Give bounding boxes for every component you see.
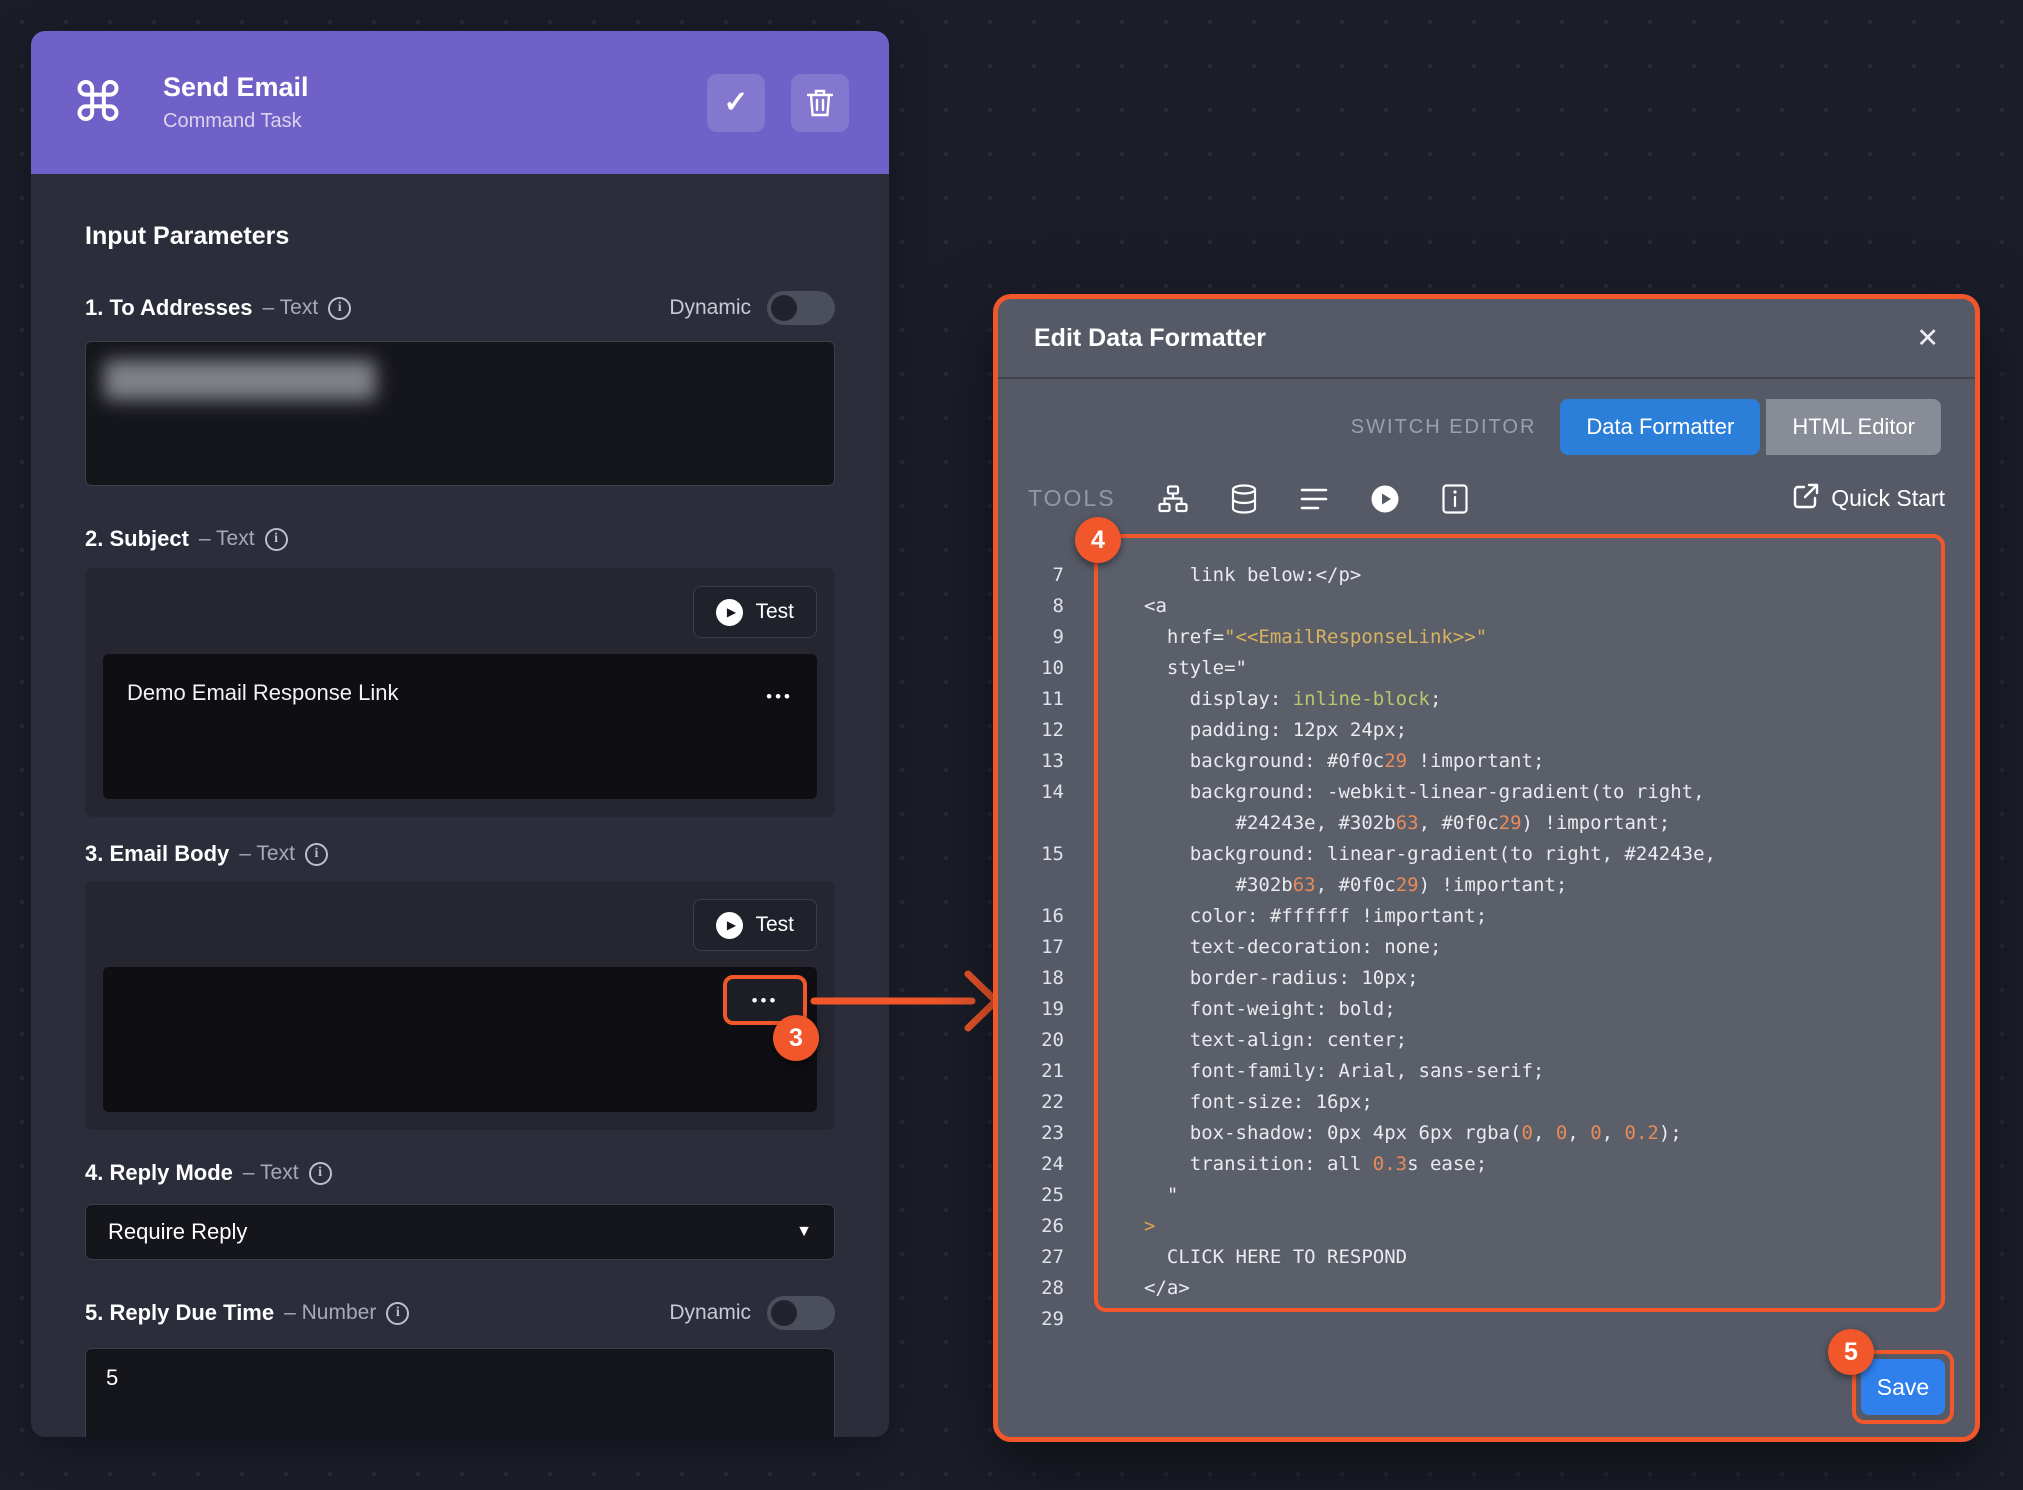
- param-row-reply-mode: 4. Reply Mode – Text i: [85, 1160, 835, 1186]
- info-document-tool-icon[interactable]: [1442, 484, 1468, 514]
- param-label: 5. Reply Due Time: [85, 1300, 274, 1326]
- param-row-to-addresses: 1. To Addresses – Text i Dynamic: [85, 291, 835, 325]
- modal-title: Edit Data Formatter: [1034, 324, 1266, 353]
- command-icon: ⌘: [71, 76, 125, 130]
- subject-test-button[interactable]: ▶ Test: [693, 586, 817, 638]
- edit-data-formatter-modal: Edit Data Formatter ✕ SWITCH EDITOR Data…: [993, 294, 1980, 1442]
- code-rows[interactable]: link below:</p><a href="<<EmailResponseL…: [1098, 538, 1941, 1335]
- confirm-button[interactable]: ✓: [707, 74, 765, 132]
- external-link-icon: [1793, 483, 1819, 514]
- trash-icon: [806, 88, 834, 118]
- reply-mode-select[interactable]: Require Reply ▼: [85, 1204, 835, 1260]
- email-body-group: ▶ Test ••• 3: [85, 881, 835, 1130]
- annotation-step-5: 5: [1828, 1329, 1874, 1375]
- play-icon: ▶: [716, 912, 743, 939]
- reply-mode-value: Require Reply: [108, 1219, 247, 1245]
- dynamic-label: Dynamic: [669, 1301, 751, 1325]
- info-icon[interactable]: i: [265, 528, 288, 551]
- delete-button[interactable]: [791, 74, 849, 132]
- task-title: Send Email: [163, 72, 681, 103]
- tools-bar: TOOLS: [998, 483, 1975, 514]
- subject-more-button[interactable]: •••: [766, 680, 793, 705]
- param-label: 2. Subject: [85, 526, 189, 552]
- redacted-email-value: [104, 360, 376, 400]
- subject-value: Demo Email Response Link: [127, 680, 398, 706]
- tab-html-editor[interactable]: HTML Editor: [1766, 399, 1941, 455]
- database-tool-icon[interactable]: [1230, 484, 1258, 514]
- info-icon[interactable]: i: [328, 297, 351, 320]
- email-body-test-button[interactable]: ▶ Test: [693, 899, 817, 951]
- test-button-label: Test: [755, 600, 794, 624]
- to-addresses-input[interactable]: [85, 341, 835, 486]
- save-area: 5 Save: [1861, 1359, 1945, 1415]
- info-icon[interactable]: i: [309, 1162, 332, 1185]
- param-type: – Text: [243, 1161, 299, 1185]
- quick-start-link[interactable]: Quick Start: [1793, 483, 1945, 514]
- param-label: 3. Email Body: [85, 841, 229, 867]
- test-button-label: Test: [755, 913, 794, 937]
- param-row-email-body: 3. Email Body – Text i: [85, 841, 835, 867]
- code-gutter: 7891011121314151617181920212223242526272…: [998, 560, 1064, 1335]
- email-body-more-button-highlight: ••• 3: [723, 975, 807, 1025]
- reply-due-time-value: 5: [106, 1365, 118, 1390]
- close-icon[interactable]: ✕: [1916, 325, 1939, 352]
- code-highlight-box: link below:</p><a href="<<EmailResponseL…: [1094, 534, 1945, 1312]
- check-icon: ✓: [723, 85, 748, 120]
- tab-data-formatter[interactable]: Data Formatter: [1560, 399, 1760, 455]
- hierarchy-tool-icon[interactable]: [1158, 485, 1188, 513]
- task-config-panel: ⌘ Send Email Command Task ✓ Input Parame…: [31, 31, 889, 1437]
- task-subtitle: Command Task: [163, 110, 681, 133]
- editor-switcher: SWITCH EDITOR Data Formatter HTML Editor: [998, 399, 1975, 455]
- switch-editor-label: SWITCH EDITOR: [1351, 416, 1537, 439]
- param-type: – Text: [263, 296, 319, 320]
- reply-due-time-input[interactable]: 5: [85, 1348, 835, 1437]
- annotation-step-3: 3: [773, 1015, 819, 1061]
- param-row-subject: 2. Subject – Text i: [85, 526, 835, 552]
- input-parameters-title: Input Parameters: [85, 222, 835, 251]
- email-body-input[interactable]: ••• 3: [103, 967, 817, 1112]
- param-type: – Text: [239, 842, 295, 866]
- param-row-reply-due-time: 5. Reply Due Time – Number i Dynamic: [85, 1296, 835, 1330]
- param-label: 4. Reply Mode: [85, 1160, 233, 1186]
- subject-group: ▶ Test Demo Email Response Link •••: [85, 568, 835, 817]
- modal-header: Edit Data Formatter ✕: [998, 299, 1975, 379]
- param-type: – Number: [284, 1301, 376, 1325]
- param-label: 1. To Addresses: [85, 295, 253, 321]
- info-icon[interactable]: i: [386, 1302, 409, 1325]
- play-icon: ▶: [716, 599, 743, 626]
- code-editor: 7891011121314151617181920212223242526272…: [998, 534, 1975, 1324]
- chevron-down-icon: ▼: [796, 1223, 812, 1241]
- task-header: ⌘ Send Email Command Task ✓: [31, 31, 889, 174]
- save-button[interactable]: Save: [1861, 1359, 1945, 1415]
- dynamic-toggle-to-addresses[interactable]: [767, 291, 835, 325]
- param-type: – Text: [199, 527, 255, 551]
- play-tool-icon[interactable]: [1370, 484, 1400, 514]
- subject-input[interactable]: Demo Email Response Link •••: [103, 654, 817, 799]
- email-body-more-button[interactable]: •••: [752, 992, 779, 1009]
- dynamic-label: Dynamic: [669, 296, 751, 320]
- info-icon[interactable]: i: [305, 843, 328, 866]
- quick-start-label: Quick Start: [1831, 485, 1945, 512]
- list-tool-icon[interactable]: [1300, 486, 1328, 512]
- annotation-step-4: 4: [1075, 517, 1121, 563]
- dynamic-toggle-reply-due-time[interactable]: [767, 1296, 835, 1330]
- tools-label: TOOLS: [1028, 485, 1116, 512]
